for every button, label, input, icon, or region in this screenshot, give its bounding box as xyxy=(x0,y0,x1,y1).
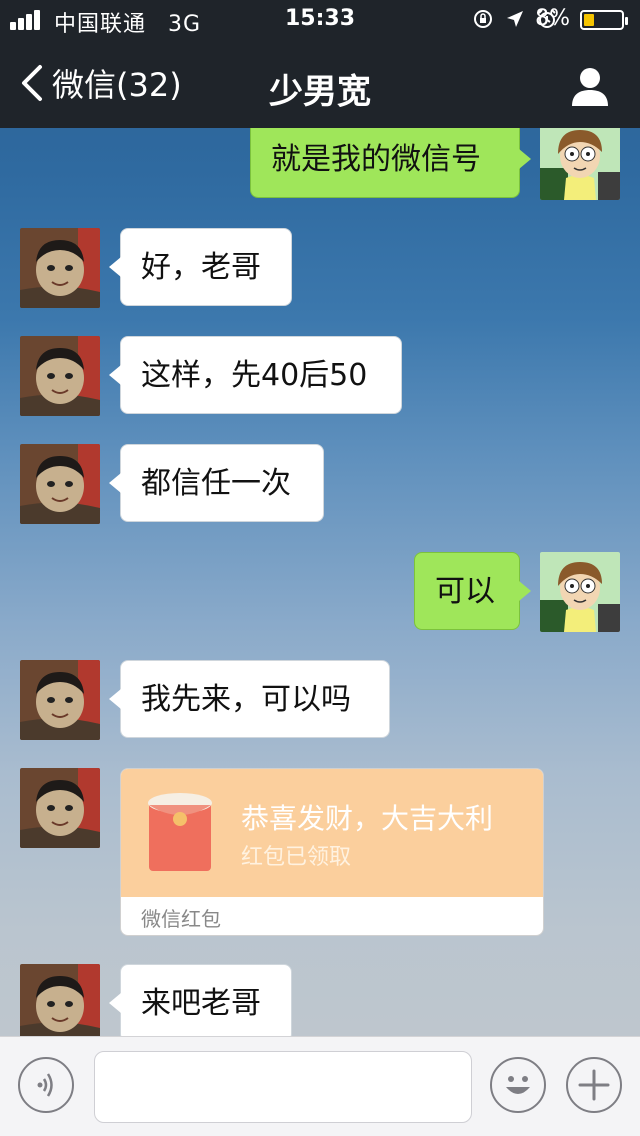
message-text: 好，老哥 xyxy=(141,250,261,285)
contact-avatar[interactable] xyxy=(20,660,100,740)
voice-icon xyxy=(37,1073,53,1097)
message-row: 恭喜发财，大吉大利 红包已领取 微信红包 xyxy=(0,768,640,936)
message-row: 都信任一次 xyxy=(0,444,640,524)
incoming-message-bubble[interactable]: 这样，先40后50 xyxy=(109,336,402,414)
top-bar: 中国联通 3G 15:33 8% 微信(32) 少男宽 xyxy=(0,0,640,128)
chat-title: 少男宽 xyxy=(269,72,371,112)
red-packet-footer: 微信红包 xyxy=(141,907,221,931)
message-list[interactable]: 就是我的微信号 好，老哥 这样，先40后50 都信任一次 可以 我先来，可以吗 … xyxy=(0,128,640,1036)
red-packet-title: 恭喜发财，大吉大利 xyxy=(241,802,494,835)
incoming-message-bubble[interactable]: 来吧老哥 xyxy=(109,964,292,1036)
message-text: 来吧老哥 xyxy=(141,986,261,1021)
contact-avatar[interactable] xyxy=(20,228,100,308)
incoming-message-bubble[interactable]: 都信任一次 xyxy=(109,444,324,522)
message-row: 好，老哥 xyxy=(0,228,640,308)
message-text: 就是我的微信号 xyxy=(271,142,481,177)
message-text: 这样，先40后50 xyxy=(141,358,368,393)
cartoon-avatar-image xyxy=(540,552,620,632)
outgoing-message-bubble[interactable]: 就是我的微信号 xyxy=(250,128,531,198)
contact-photo-image xyxy=(20,336,100,416)
message-row: 来吧老哥 xyxy=(0,964,640,1036)
contact-avatar[interactable] xyxy=(20,964,100,1036)
plus-icon xyxy=(578,1069,610,1101)
incoming-message-bubble[interactable]: 我先来，可以吗 xyxy=(109,660,390,738)
message-text: 我先来，可以吗 xyxy=(141,682,351,717)
red-envelope-icon xyxy=(148,793,212,871)
cartoon-avatar-image xyxy=(540,128,620,200)
emoji-icon xyxy=(506,1076,530,1094)
contact-photo-image xyxy=(20,768,100,848)
more-button[interactable] xyxy=(566,1057,622,1113)
contact-photo-image xyxy=(20,964,100,1036)
message-row: 我先来，可以吗 xyxy=(0,660,640,740)
emoji-button[interactable] xyxy=(490,1057,546,1113)
contact-avatar[interactable] xyxy=(20,444,100,524)
status-bar: 中国联通 3G 15:33 8% xyxy=(0,0,640,40)
input-bar xyxy=(0,1036,640,1136)
contact-photo-image xyxy=(20,228,100,308)
outgoing-message-bubble[interactable]: 可以 xyxy=(414,552,531,630)
contact-avatar[interactable] xyxy=(20,336,100,416)
message-input[interactable] xyxy=(94,1051,472,1123)
person-icon xyxy=(572,68,608,106)
battery-level xyxy=(584,14,594,26)
voice-button[interactable] xyxy=(18,1057,74,1113)
my-avatar[interactable] xyxy=(540,128,620,200)
my-avatar[interactable] xyxy=(540,552,620,632)
message-row: 可以 xyxy=(0,552,640,632)
incoming-message-bubble[interactable]: 好，老哥 xyxy=(109,228,292,306)
battery-percent: 8% xyxy=(535,6,570,31)
message-text: 可以 xyxy=(435,574,495,609)
red-packet-message[interactable]: 恭喜发财，大吉大利 红包已领取 微信红包 xyxy=(120,768,544,936)
wechat-chat-screen: 中国联通 3G 15:33 8% 微信(32) 少男宽 就是我的微信号 好，老哥… xyxy=(0,0,640,1136)
orientation-lock-icon xyxy=(474,10,492,28)
message-row: 这样，先40后50 xyxy=(0,336,640,416)
battery-icon xyxy=(580,10,628,30)
nav-bar: 微信(32) 少男宽 xyxy=(0,40,640,128)
location-arrow-icon xyxy=(507,11,523,27)
contact-avatar[interactable] xyxy=(20,768,100,848)
contact-photo-image xyxy=(20,660,100,740)
chat-info-button[interactable] xyxy=(568,64,612,108)
message-text: 都信任一次 xyxy=(141,466,291,501)
red-packet-status: 红包已领取 xyxy=(241,845,352,870)
contact-photo-image xyxy=(20,444,100,524)
message-row: 就是我的微信号 xyxy=(0,128,640,200)
